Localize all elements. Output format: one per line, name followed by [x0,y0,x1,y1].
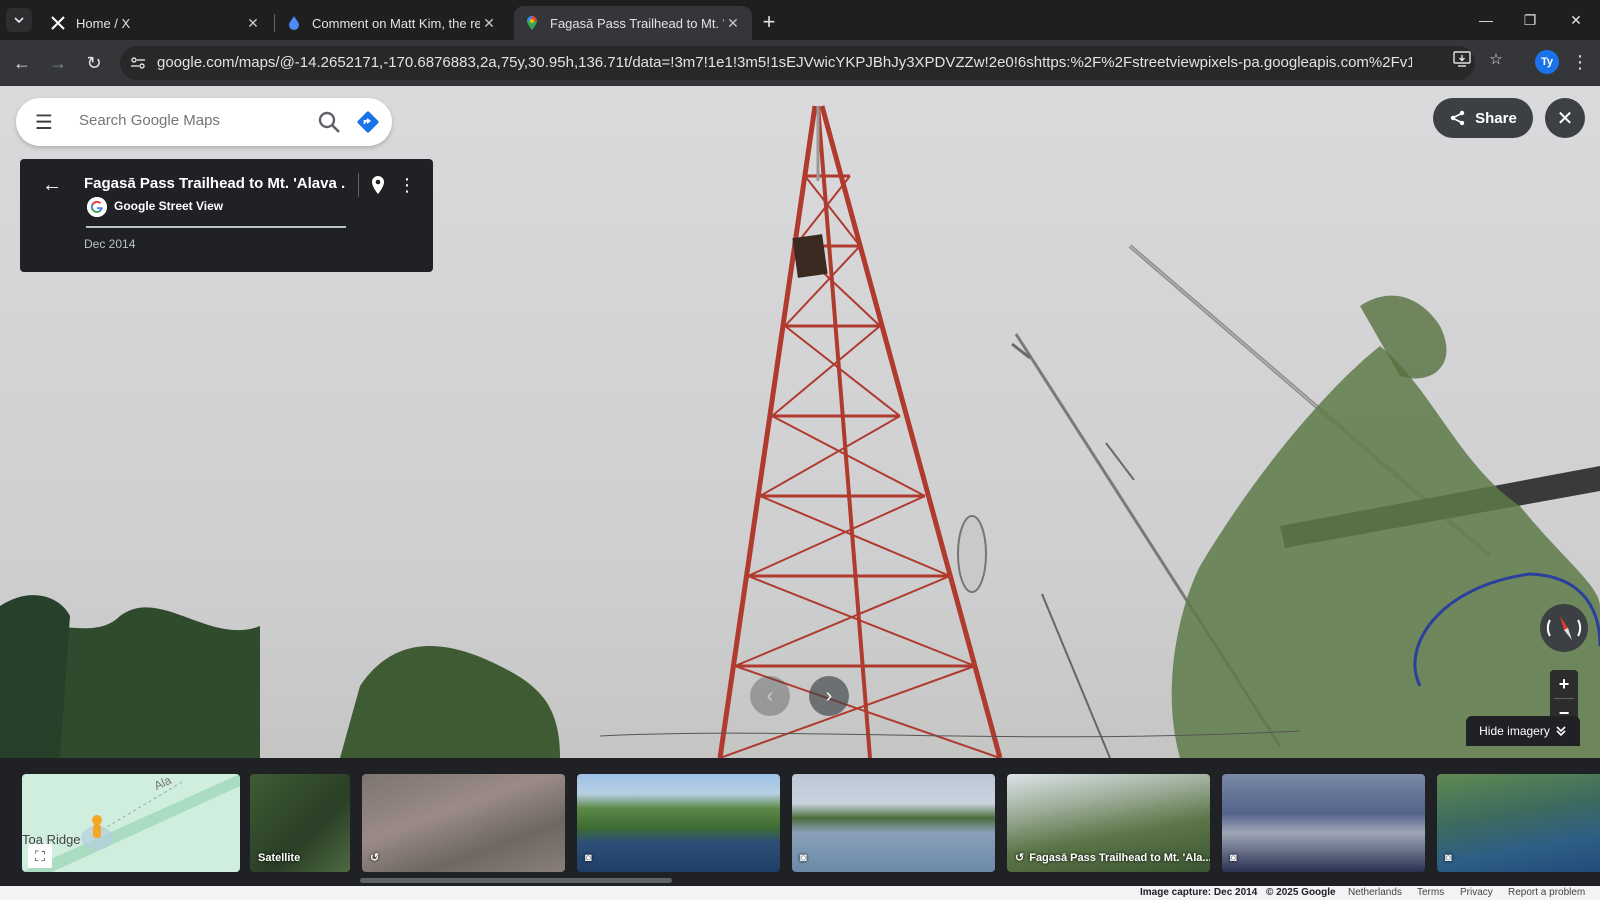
close-icon[interactable]: ✕ [724,14,742,32]
satellite-thumbnail[interactable]: Satellite [250,774,350,872]
tab-google-maps[interactable]: Fagasā Pass Trailhead to Mt. 'Al ✕ [514,6,752,40]
share-icon [1450,110,1465,126]
photo-thumbnail[interactable]: ↺ Fagasā Pass Trailhead to Mt. 'Ala... [1007,774,1210,872]
maps-footer: Image capture: Dec 2014 © 2025 Google Ne… [0,886,1600,900]
thumbnail-caption: ◙ [800,852,807,864]
camera-icon: ◙ [1230,852,1237,864]
tab-separator [274,14,275,32]
close-icon[interactable]: ✕ [480,14,498,32]
compass-icon [1546,616,1582,640]
maps-search-box: ☰ [16,98,392,146]
fullscreen-icon[interactable]: ⛶ [28,844,52,868]
restore-icon[interactable]: ❐ [1510,6,1550,34]
search-input[interactable] [79,112,299,129]
browser-tab-strip: Home / X ✕ Comment on Matt Kim, the rest… [0,0,1600,40]
camera-icon: ◙ [1445,852,1452,864]
install-app-icon[interactable] [1450,47,1474,71]
url-path: /maps/@-14.2652171,-170.6876883,2a,75y,3… [234,54,1412,71]
back-arrow-icon[interactable]: ← [8,49,36,77]
new-tab-button[interactable]: + [756,9,782,35]
double-chevron-down-icon [1556,726,1566,737]
region-link[interactable]: Netherlands [1348,887,1402,898]
street-view-info-card: ← Fagasā Pass Trailhead to Mt. 'Alava ..… [20,159,433,272]
x-logo-icon [51,16,65,30]
photo-thumbnail[interactable]: ↺ [362,774,565,872]
tab-home-x[interactable]: Home / X ✕ [40,6,272,40]
thumbnail-caption: ◙ [585,852,592,864]
close-icon[interactable]: ✕ [244,14,262,32]
zoom-in-button[interactable]: + [1550,670,1578,698]
filmstrip-scrollbar[interactable] [360,878,672,883]
divider [86,226,346,228]
camera-icon: ◙ [800,852,807,864]
copyright-text: © 2025 Google [1266,887,1336,898]
street-view-panorama[interactable]: ☰ ← Fagasā Pass Trailhead to Mt. 'Alava … [0,86,1600,758]
bookmark-star-icon[interactable]: ☆ [1484,47,1508,71]
back-arrow-icon[interactable]: ← [40,173,64,197]
report-problem-link[interactable]: Report a problem [1508,887,1585,898]
share-button[interactable]: Share [1433,98,1533,138]
forward-arrow-icon[interactable]: → [44,49,72,77]
minimize-icon[interactable]: — [1466,6,1506,34]
google-maps-pin-icon [527,16,537,30]
photo-thumbnail[interactable]: ◙ [792,774,995,872]
privacy-link[interactable]: Privacy [1460,887,1493,898]
close-street-view-button[interactable]: ✕ [1545,98,1585,138]
photo-360-icon: ↺ [1015,852,1025,864]
browser-toolbar: ← → ↻ google.com/maps/@-14.2652171,-170.… [0,40,1600,86]
thumbnail-caption: ◙ [1230,852,1237,864]
more-options-icon[interactable]: ⋮ [398,173,416,197]
thumbnail-title: Fagasā Pass Trailhead to Mt. 'Ala... [1029,851,1210,864]
location-title[interactable]: Fagasā Pass Trailhead to Mt. 'Alava ... [84,175,346,192]
imagery-source[interactable]: Google Street View [114,199,223,213]
thumbnail-caption: ↺ [370,851,379,864]
photo-thumbnail[interactable]: ◙ [1222,774,1425,872]
terms-link[interactable]: Terms [1417,887,1444,898]
mini-map[interactable]: Ala Toa Ridge ⛶ [22,774,240,872]
address-bar[interactable]: google.com/maps/@-14.2652171,-170.687688… [120,46,1475,80]
satellite-label: Satellite [258,852,301,864]
location-pin-icon[interactable] [366,173,390,197]
site-info-icon[interactable] [126,51,150,75]
disqus-drop-icon [289,16,299,30]
tab-comment[interactable]: Comment on Matt Kim, the rest ✕ [276,6,508,40]
search-icon[interactable] [316,109,342,135]
profile-avatar[interactable]: Ty [1535,50,1559,74]
capture-date[interactable]: Dec 2014 [84,237,135,251]
photo-360-icon: ↺ [370,852,380,864]
hide-imagery-button[interactable]: Hide imagery [1466,716,1580,746]
google-logo-icon [87,197,107,217]
photo-thumbnail[interactable]: ◙ [577,774,780,872]
url-text[interactable]: google.com/maps/@-14.2652171,-170.687688… [157,54,1412,71]
tab-title: Comment on Matt Kim, the rest [312,15,480,31]
reload-icon[interactable]: ↻ [80,49,108,77]
window-close-icon[interactable]: ✕ [1556,6,1596,34]
browser-menu-icon[interactable]: ⋮ [1570,49,1590,75]
thumbnail-caption: ◙ [1445,852,1452,864]
thumbnail-caption: Satellite [258,852,300,864]
hide-imagery-label: Hide imagery [1479,724,1550,738]
previous-arrow-button[interactable]: ‹ [750,676,790,716]
thumbnail-caption: ↺ Fagasā Pass Trailhead to Mt. 'Ala... [1015,851,1210,865]
directions-icon[interactable] [356,110,380,134]
camera-icon: ◙ [585,852,592,864]
tab-title: Fagasā Pass Trailhead to Mt. 'Al [550,15,724,31]
chevron-down-icon [14,17,24,24]
tab-search-button[interactable] [6,8,32,32]
share-label: Share [1475,109,1517,127]
menu-hamburger-icon[interactable]: ☰ [32,110,56,134]
compass-control[interactable] [1540,604,1588,652]
next-arrow-button[interactable]: › [809,676,849,716]
divider [358,173,359,197]
imagery-filmstrip: Ala Toa Ridge ⛶ Satellite ↺ ◙ ◙ ↺ Fagasā… [0,758,1600,886]
url-host: google.com [157,54,235,71]
mini-map-graphic [22,774,240,872]
photo-thumbnail[interactable]: ◙ [1437,774,1600,872]
tab-title: Home / X [76,15,131,31]
image-capture-text: Image capture: Dec 2014 [1140,887,1258,898]
